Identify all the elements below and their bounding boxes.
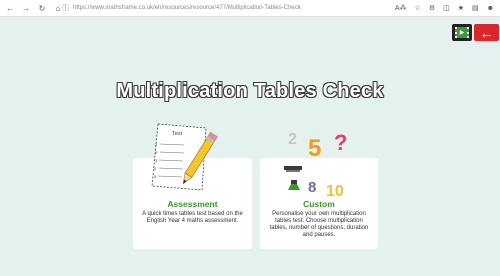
split-screen-icon[interactable]: ◫: [443, 4, 450, 12]
assessment-description: A quick times tables test based on the E…: [142, 211, 243, 224]
number-5: 5: [308, 135, 321, 162]
back-arrow-icon[interactable]: ←: [4, 2, 16, 14]
address-bar[interactable]: ⓘ https://www.mathsframe.co.uk/en/resour…: [62, 2, 392, 14]
assessment-title: Assessment: [167, 199, 218, 209]
reload-icon[interactable]: ↻: [36, 2, 48, 14]
favorite-star-icon[interactable]: ☆: [415, 4, 421, 12]
page-title: Multiplication Tables Check: [116, 80, 384, 102]
question-mark: ?: [334, 130, 347, 155]
film-icon[interactable]: ▶: [452, 24, 472, 41]
number-10: 10: [326, 183, 344, 200]
forward-arrow-icon[interactable]: →: [20, 2, 32, 14]
test-paper-pencil-icon: Test 12345: [151, 123, 218, 191]
page-content: ▶ ← Multiplication Tables Check Assessme…: [0, 18, 500, 276]
extensions-icon[interactable]: ⚙: [429, 4, 435, 12]
numbers-illustration-icon: 2 5 ? 8 10: [284, 130, 347, 200]
collections-icon[interactable]: ▤: [472, 4, 479, 12]
site-info-icon[interactable]: ⓘ: [62, 3, 69, 13]
favorites-list-icon[interactable]: ★: [458, 4, 464, 12]
number-8: 8: [308, 179, 316, 196]
custom-description: Personalise your own multiplication tabl…: [269, 211, 369, 238]
number-2: 2: [288, 131, 297, 148]
profile-icon[interactable]: ☻: [487, 5, 494, 12]
test-label: Test: [172, 131, 183, 137]
browser-toolbar: ← → ↻ ⌂ ⓘ https://www.mathsframe.co.uk/e…: [0, 0, 500, 17]
read-aloud-icon[interactable]: A⁂: [395, 4, 407, 12]
url-text: https://www.mathsframe.co.uk/en/resource…: [73, 5, 301, 11]
exit-arrow-icon[interactable]: ←: [474, 24, 499, 41]
